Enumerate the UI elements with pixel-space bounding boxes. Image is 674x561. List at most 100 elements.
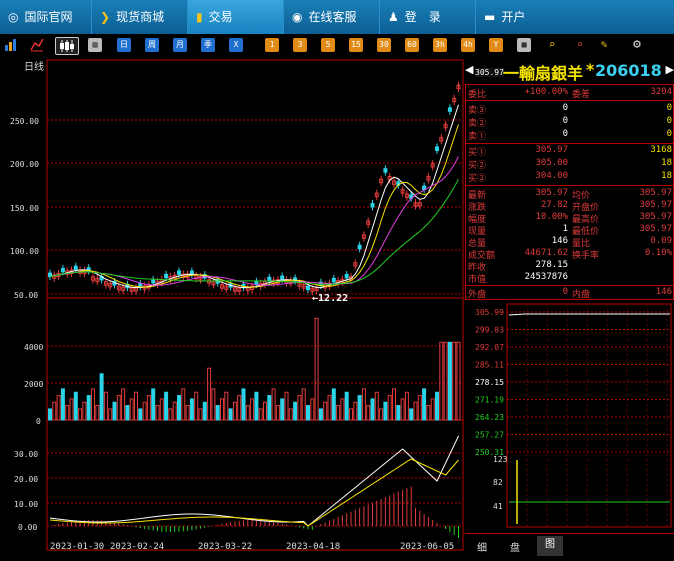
kline-chart-area[interactable]: 日线 250.00 200.00 150.00 100.00 50.00 400… bbox=[0, 58, 464, 557]
period-day-button[interactable]: 日 bbox=[117, 38, 131, 52]
intraday-price-tick: 299.03 bbox=[475, 326, 504, 335]
card-icon: ▬ bbox=[484, 10, 496, 24]
macd-axis: 30.00 20.00 10.00 0.00 bbox=[14, 450, 463, 532]
nav-spot-mall[interactable]: ❯ 现货商城 bbox=[92, 0, 188, 34]
price-tick: 250.00 bbox=[10, 117, 39, 126]
nav-label: 开户 bbox=[501, 10, 526, 24]
period-1-button[interactable]: 1 bbox=[265, 38, 279, 52]
bid-row[interactable]: 买① 305.97 3168 bbox=[468, 145, 672, 158]
stock-code: 206018 bbox=[595, 61, 662, 80]
low-price-marker: ←12.22 bbox=[312, 293, 348, 304]
bar-chart-icon[interactable] bbox=[4, 38, 18, 52]
candlestick-icon[interactable] bbox=[55, 37, 79, 55]
high-price-marker: 305.97 bbox=[475, 68, 504, 77]
stat-row: 最新 305.97 均价 305.97 bbox=[468, 188, 672, 201]
volume-tick: 2000 bbox=[24, 380, 43, 389]
nav-label: 交易 bbox=[208, 10, 233, 24]
volume-tick: 0 bbox=[36, 417, 41, 426]
intraday-volume-tick: 82 bbox=[493, 478, 503, 487]
date-label: 2023-01-30 bbox=[50, 542, 104, 552]
period-3h-button[interactable]: 3h bbox=[433, 38, 447, 52]
bottom-tabs: 细 盘 图 bbox=[465, 533, 674, 558]
intraday-price-tick: 292.07 bbox=[475, 343, 504, 352]
panel-icon[interactable]: ▤ bbox=[88, 38, 102, 52]
stock-header: ◀ 305.97 一輸扇銀羊 * 206018 ▶ bbox=[465, 58, 674, 84]
date-label: 2023-06-05 bbox=[400, 542, 454, 552]
date-label: 2023-02-24 bbox=[110, 542, 164, 552]
volume-tick: 4000 bbox=[24, 343, 43, 352]
period-4h-button[interactable]: 4h bbox=[461, 38, 475, 52]
nav-trade[interactable]: ▮ 交易 bbox=[188, 0, 284, 34]
period-3-button[interactable]: 3 bbox=[293, 38, 307, 52]
intraday-price-tick: 285.11 bbox=[475, 361, 504, 370]
intraday-volume-tick: 123 bbox=[493, 455, 508, 464]
period-season-button[interactable]: 季 bbox=[201, 38, 215, 52]
draw-tool-icon[interactable]: ✎ bbox=[597, 38, 611, 52]
outer-inner-row: 外盘 0 内盘 146 bbox=[468, 287, 672, 300]
price-tick: 100.00 bbox=[10, 247, 39, 256]
intraday-price-tick: 271.19 bbox=[475, 396, 504, 405]
stat-row: 现量 1 最低价 305.97 bbox=[468, 224, 672, 237]
gear-icon[interactable]: ⚙ bbox=[630, 38, 644, 52]
intraday-chart[interactable]: 305.99 299.03 292.07 285.11 278.15 271.19 264.… bbox=[465, 302, 674, 532]
tab-chart[interactable]: 图 bbox=[537, 536, 563, 556]
zoom-out-icon[interactable]: ⌕ bbox=[573, 38, 587, 52]
period-x-button[interactable]: X bbox=[229, 38, 243, 52]
next-stock-arrow[interactable]: ▶ bbox=[666, 63, 674, 76]
nav-open-account[interactable]: ▬ 开户 bbox=[476, 0, 674, 34]
period-5-button[interactable]: 5 bbox=[321, 38, 335, 52]
user-icon: ♟ bbox=[388, 10, 399, 24]
weibi-row: 委比 +100.00% 委差 3204 bbox=[468, 87, 672, 100]
period-week-button[interactable]: 周 bbox=[145, 38, 159, 52]
intraday-price-tick: 278.15 bbox=[475, 378, 504, 387]
zoom-in-icon[interactable]: ⌕ bbox=[545, 38, 559, 52]
settings-panel-icon[interactable]: ▦ bbox=[517, 38, 531, 52]
candlestick-series bbox=[48, 81, 461, 296]
order-book: 委比 +100.00% 委差 3204 卖③ 0 0 卖② 0 0 卖① 0 0 买① 305… bbox=[465, 84, 674, 300]
stat-row: 昨收 278.15 bbox=[468, 260, 568, 273]
line-chart-icon[interactable] bbox=[30, 38, 44, 52]
price-tick: 50.00 bbox=[14, 291, 38, 300]
period-label: 日线 bbox=[24, 60, 44, 73]
period-y-button[interactable]: Y bbox=[489, 38, 503, 52]
stat-row: 总量 146 量比 0.09 bbox=[468, 236, 672, 249]
bid-row[interactable]: 买② 305.00 18 bbox=[468, 158, 672, 171]
nav-online-service[interactable]: ◉ 在线客服 bbox=[284, 0, 380, 34]
intraday-price-tick: 257.27 bbox=[475, 431, 504, 440]
date-label: 2023-03-22 bbox=[198, 542, 252, 552]
nav-international-site[interactable]: ◎ 国际官网 bbox=[0, 0, 92, 34]
period-month-button[interactable]: 月 bbox=[173, 38, 187, 52]
intraday-grid: 305.99 299.03 292.07 285.11 278.15 271.19 264.… bbox=[475, 304, 671, 527]
nav-login[interactable]: ♟ 登 录 bbox=[380, 0, 476, 34]
macd-tick: 10.00 bbox=[14, 500, 38, 509]
bid-row[interactable]: 买③ 304.00 18 bbox=[468, 171, 672, 184]
stat-row: 市值 24537876 bbox=[468, 272, 568, 285]
tab-book[interactable]: 盘 bbox=[510, 539, 520, 554]
price-tick: 150.00 bbox=[10, 204, 39, 213]
stat-row: 成交额 44671.62 换手率 0.10% bbox=[468, 248, 672, 261]
ask-row[interactable]: 卖① 0 0 bbox=[468, 129, 672, 142]
macd-tick: 20.00 bbox=[14, 475, 38, 484]
tab-detail[interactable]: 细 bbox=[477, 539, 487, 554]
stat-row: 涨跌 27.82 开盘价 305.97 bbox=[468, 200, 672, 213]
nav-label: 国际官网 bbox=[24, 10, 73, 24]
stock-name: 一輸扇銀羊 bbox=[503, 64, 584, 83]
ask-row[interactable]: 卖② 0 0 bbox=[468, 116, 672, 129]
nav-label: 在线客服 bbox=[308, 10, 357, 24]
chat-icon: ◉ bbox=[292, 10, 303, 24]
date-label: 2023-04-18 bbox=[286, 542, 340, 552]
kline-chart[interactable]: 日线 250.00 200.00 150.00 100.00 50.00 400… bbox=[0, 58, 464, 557]
prev-stock-arrow[interactable]: ◀ bbox=[465, 63, 473, 76]
shop-icon: ❯ bbox=[100, 10, 111, 24]
volume-bars bbox=[48, 317, 461, 421]
macd-tick: 30.00 bbox=[14, 450, 38, 459]
trade-icon: ▮ bbox=[196, 10, 203, 24]
period-15-button[interactable]: 15 bbox=[349, 38, 363, 52]
ask-row[interactable]: 卖③ 0 0 bbox=[468, 103, 672, 116]
stock-star: * bbox=[586, 60, 595, 79]
price-tick: 200.00 bbox=[10, 160, 39, 169]
nav-label: 登 录 bbox=[404, 10, 441, 24]
stat-row: 幅度 10.00% 最高价 305.97 bbox=[468, 212, 672, 225]
period-60-button[interactable]: 60 bbox=[405, 38, 419, 52]
period-30-button[interactable]: 30 bbox=[377, 38, 391, 52]
